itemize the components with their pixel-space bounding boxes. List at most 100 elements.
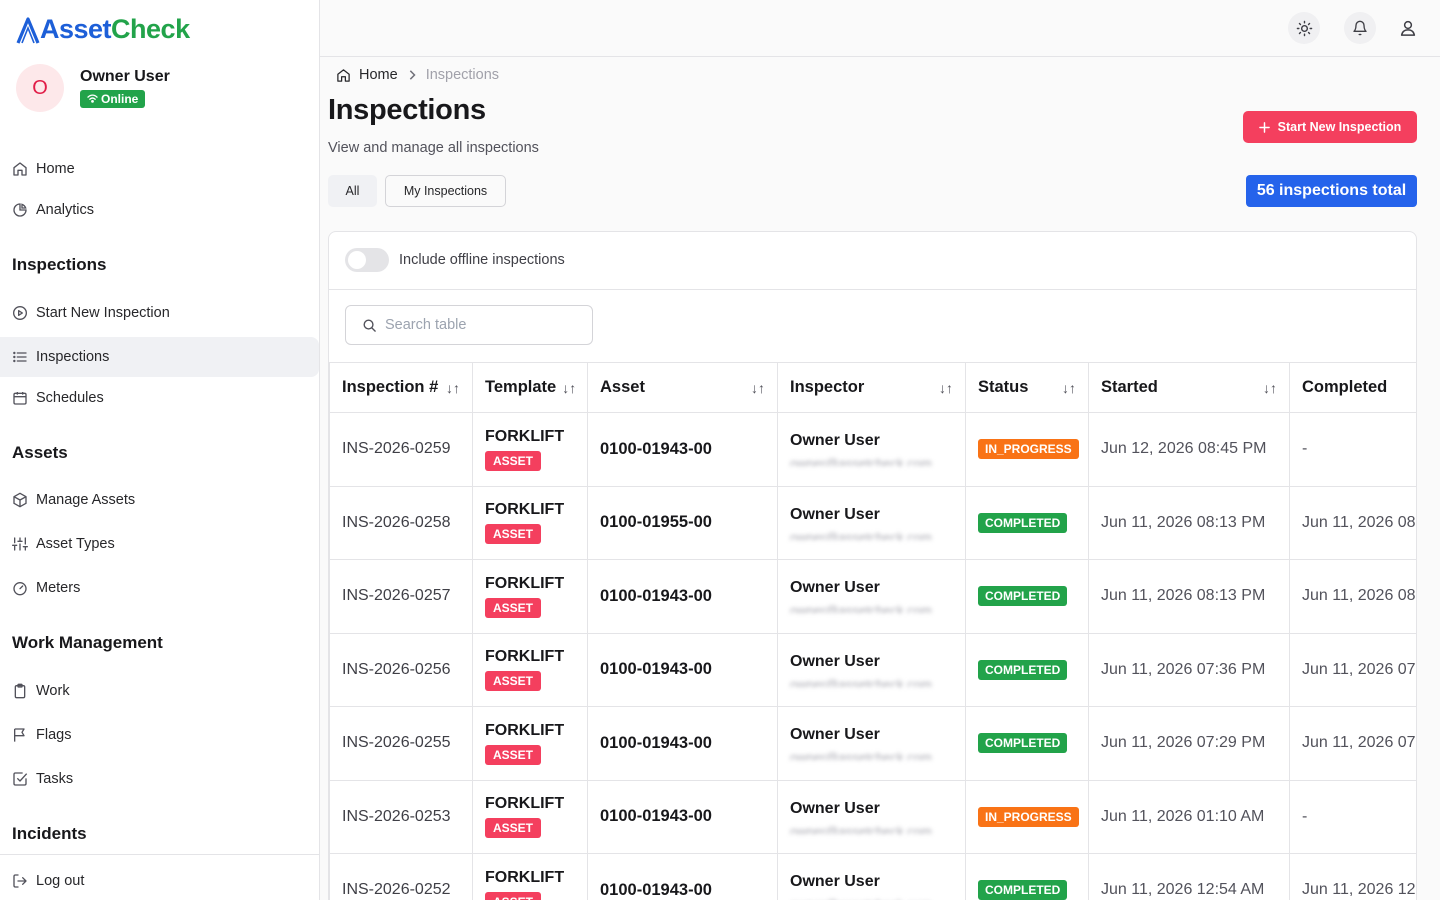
table-row[interactable]: INS-2026-0259 FORKLIFT ASSET 0100-01943-00 O…: [329, 412, 1416, 487]
home-icon[interactable]: [336, 68, 351, 83]
sidebar-footer: Log out: [0, 854, 319, 900]
logout-icon: [13, 874, 27, 888]
table-row[interactable]: INS-2026-0255 FORKLIFT ASSET 0100-01943-00 O…: [329, 706, 1416, 781]
filter-all-button[interactable]: All: [328, 175, 377, 207]
sidebar-item-label: Home: [36, 161, 75, 177]
inspector-email: owner@assetcheck.com: [790, 676, 932, 687]
cell-asset: 0100-01943-00: [587, 706, 778, 781]
inspector-email: owner@assetcheck.com: [790, 823, 932, 834]
breadcrumb-home-link[interactable]: Home: [359, 67, 398, 83]
cell-template: FORKLIFT ASSET: [472, 853, 588, 900]
cell-asset: 0100-01943-00: [587, 853, 778, 900]
cell-inspector: Owner User owner@assetcheck.com: [777, 779, 966, 854]
section-incidents: Incidents: [12, 824, 87, 843]
cell-status: COMPLETED: [965, 485, 1089, 560]
column-header-inspection[interactable]: Inspection # ↓↑: [329, 362, 473, 413]
cell-inspector: Owner User owner@assetcheck.com: [777, 559, 966, 634]
column-header-inspector[interactable]: Inspector ↓↑: [777, 362, 966, 413]
sidebar-item-home[interactable]: Home: [0, 149, 319, 189]
sort-icon[interactable]: ↓↑: [1062, 380, 1076, 396]
sort-icon[interactable]: ↓↑: [751, 380, 765, 396]
toggle-knob: [348, 251, 366, 269]
chevron-right-icon: [409, 70, 416, 80]
cell-completed: Jun 11, 2026 07:: [1289, 632, 1416, 707]
column-header-asset[interactable]: Asset ↓↑: [587, 362, 778, 413]
sidebar-item-label: Manage Assets: [36, 492, 136, 508]
table-row[interactable]: INS-2026-0258 FORKLIFT ASSET 0100-01955-00 O…: [329, 485, 1416, 560]
sidebar-item-asset-types[interactable]: Asset Types: [0, 524, 319, 564]
cell-template: FORKLIFT ASSET: [472, 559, 588, 634]
sidebar-item-start-new-inspection[interactable]: Start New Inspection: [0, 293, 319, 333]
brand-name: AssetCheck: [40, 14, 190, 44]
top-bar: [320, 0, 1440, 57]
inspector-email: owner@assetcheck.com: [790, 603, 932, 614]
cell-status: COMPLETED: [965, 559, 1089, 634]
cell-template: FORKLIFT ASSET: [472, 412, 588, 487]
table-row[interactable]: INS-2026-0257 FORKLIFT ASSET 0100-01943-00 O…: [329, 559, 1416, 634]
notifications-button[interactable]: [1344, 12, 1376, 44]
user-menu-button[interactable]: [1392, 12, 1424, 44]
search-box: [345, 305, 593, 345]
asset-badge: ASSET: [485, 671, 542, 692]
cell-inspection-number: INS-2026-0257: [329, 559, 473, 634]
logo[interactable]: AssetCheck: [16, 14, 190, 45]
box-icon: [13, 492, 27, 508]
start-new-inspection-button[interactable]: Start New Inspection: [1243, 111, 1417, 143]
status-badge: COMPLETED: [978, 733, 1068, 754]
cell-inspection-number: INS-2026-0253: [329, 779, 473, 854]
avatar[interactable]: O: [16, 64, 64, 112]
inspections-card: Include offline inspections Inspection #…: [328, 231, 1417, 900]
status-badge: IN_PROGRESS: [978, 806, 1079, 827]
sidebar-item-flags[interactable]: Flags: [0, 715, 319, 755]
search-input[interactable]: [385, 317, 575, 333]
cell-started: Jun 11, 2026 07:29 PM: [1088, 706, 1290, 781]
sidebar-item-analytics[interactable]: Analytics: [0, 190, 319, 230]
calendar-icon: [13, 392, 27, 405]
cell-status: COMPLETED: [965, 706, 1089, 781]
table-row[interactable]: INS-2026-0252FORKLIFTASSET0100-01943-00O…: [329, 853, 1416, 900]
cell-asset: 0100-01943-00: [587, 412, 778, 487]
cell-inspection-number: INS-2026-0255: [329, 706, 473, 781]
pie-chart-icon: [13, 203, 27, 217]
cell-inspection-number: INS-2026-0259: [329, 412, 473, 487]
cell-status: COMPLETED: [965, 632, 1089, 707]
table-row[interactable]: INS-2026-0256 FORKLIFT ASSET 0100-01943-00 O…: [329, 632, 1416, 707]
logout-button[interactable]: Log out: [0, 861, 319, 900]
cell-template: FORKLIFT ASSET: [472, 706, 588, 781]
sidebar-item-label: Work: [36, 683, 70, 699]
sidebar-item-tasks[interactable]: Tasks: [0, 759, 319, 799]
sort-icon[interactable]: ↓↑: [446, 380, 460, 396]
sidebar-item-meters[interactable]: Meters: [0, 568, 319, 608]
cell-template: FORKLIFT ASSET: [472, 485, 588, 560]
asset-badge: ASSET: [485, 744, 542, 765]
sort-icon[interactable]: ↓↑: [562, 380, 576, 396]
sort-icon[interactable]: ↓↑: [939, 380, 953, 396]
logo-mark-icon: [16, 16, 40, 44]
online-status-badge: Online: [80, 89, 146, 108]
column-header-completed[interactable]: Completed: [1289, 362, 1416, 413]
cell-inspection-number: INS-2026-0256: [329, 632, 473, 707]
plus-icon: [1258, 121, 1270, 133]
sidebar-item-work[interactable]: Work: [0, 671, 319, 711]
asset-badge: ASSET: [485, 891, 542, 900]
breadcrumb: Home Inspections: [336, 67, 499, 83]
filter-my-inspections-button[interactable]: My Inspections: [385, 175, 506, 207]
sidebar-item-label: Meters: [36, 580, 81, 596]
inspector-email: owner@assetcheck.com: [790, 529, 932, 540]
cell-completed: Jun 11, 2026 12:: [1289, 853, 1416, 900]
column-header-status[interactable]: Status ↓↑: [965, 362, 1089, 413]
sidebar-item-manage-assets[interactable]: Manage Assets: [0, 480, 319, 520]
sort-icon[interactable]: ↓↑: [1263, 380, 1277, 396]
user-profile: O Owner User Online: [16, 64, 170, 112]
sidebar-item-inspections[interactable]: Inspections: [0, 337, 319, 377]
include-offline-toggle[interactable]: [345, 248, 389, 272]
column-header-template[interactable]: Template ↓↑: [472, 362, 588, 413]
sidebar-item-schedules[interactable]: Schedules: [0, 378, 319, 418]
table-row[interactable]: INS-2026-0253 FORKLIFT ASSET 0100-01943-00 O…: [329, 779, 1416, 854]
column-header-started[interactable]: Started ↓↑: [1088, 362, 1290, 413]
cell-template: FORKLIFT ASSET: [472, 632, 588, 707]
cell-started: Jun 12, 2026 08:45 PM: [1088, 412, 1290, 487]
cell-status: IN_PROGRESS: [965, 412, 1089, 487]
home-icon: [13, 162, 27, 176]
theme-toggle-button[interactable]: [1288, 12, 1320, 44]
